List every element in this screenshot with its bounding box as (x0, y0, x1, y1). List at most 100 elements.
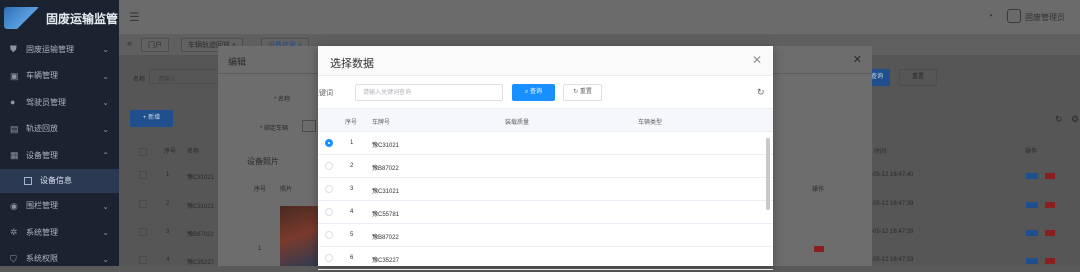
table-row[interactable]: 2 豫B87022 (318, 155, 773, 178)
list-reset-button[interactable]: 重置 (899, 69, 937, 86)
table-row[interactable]: 1 豫C31021 (318, 132, 773, 155)
device-photo[interactable] (280, 206, 318, 266)
row-time: -05-12 16:47:39 (871, 201, 913, 207)
fence-icon: ◉ (10, 201, 20, 211)
modal-search-bar: 关键词 请输入关键词查询 ⌕ 查询 ↻ 重置 ↻ (318, 76, 773, 108)
col-index: 序号 (345, 117, 357, 126)
sidebar-item-vehicles[interactable]: ▣ 车辆管理 ⌄ (0, 63, 119, 90)
shield-icon: ⛊ (10, 44, 20, 54)
sidebar-item-transport[interactable]: ⛊ 固废运输管理 ⌄ (0, 36, 119, 63)
row-index: 1 (166, 172, 169, 178)
sidebar-item-label: 车辆管理 (26, 70, 58, 81)
select-all-checkbox[interactable] (139, 148, 147, 156)
sidebar-item-drivers[interactable]: ● 驾驶员管理 ⌄ (0, 89, 119, 116)
table-header: 序号 车牌号 装载质量 车辆类型 (318, 108, 773, 132)
name-label: * 名称 (274, 94, 290, 103)
user-icon: ● (10, 97, 20, 107)
device-info-icon (24, 177, 32, 185)
row-plate: 豫C55781 (372, 209, 399, 218)
avatar[interactable] (1007, 9, 1021, 23)
photo-delete-link[interactable] (814, 246, 824, 252)
row-radio[interactable] (325, 162, 333, 170)
row-radio[interactable] (325, 139, 333, 147)
row-checkbox[interactable] (139, 171, 147, 179)
filter-input[interactable]: 请输入 (149, 69, 219, 84)
top-bar: ☰ ◔ 固废管理员 (119, 0, 1080, 34)
vehicle-field[interactable] (302, 120, 316, 132)
edit-link[interactable] (1026, 258, 1038, 264)
sidebar-item-system[interactable]: ✲ 系统管理 ⌄ (0, 219, 119, 246)
table-row[interactable]: 4 豫C55781 (318, 201, 773, 224)
edit-link[interactable] (1026, 230, 1038, 236)
col-time: 时间 (874, 146, 886, 155)
photo-col-photo: 照片 (280, 184, 292, 193)
table-row[interactable]: 6 豫C35227 (318, 247, 773, 270)
row-radio[interactable] (325, 254, 333, 262)
reset-label: 重置 (580, 89, 592, 95)
menu-toggle-icon[interactable]: ☰ (129, 10, 140, 24)
columns-icon[interactable]: ⚙ (1071, 114, 1079, 125)
chevron-down-icon: ⌄ (102, 202, 109, 211)
sidebar: 固废运输监管 ⛊ 固废运输管理 ⌄ ▣ 车辆管理 ⌄ ● 驾驶员管理 ⌄ ▤ 轨… (0, 0, 119, 266)
refresh-icon[interactable]: ↻ (757, 87, 765, 98)
row-time: -05-12 16:47:40 (871, 172, 913, 178)
sidebar-item-devices[interactable]: ▦ 设备管理 ⌃ (0, 142, 119, 169)
vehicle-table: 序号 车牌号 装载质量 车辆类型 1 豫C31021 2 豫B87022 3 豫… (318, 108, 773, 270)
row-plate: 豫B87022 (372, 163, 399, 172)
lock-icon: ⛉ (10, 254, 20, 264)
sidebar-item-track[interactable]: ▤ 轨迹回放 ⌄ (0, 116, 119, 143)
row-checkbox[interactable] (139, 228, 147, 236)
col-index: 序号 (164, 146, 176, 155)
row-radio[interactable] (325, 185, 333, 193)
row-radio[interactable] (325, 208, 333, 216)
row-index: 3 (166, 229, 169, 235)
table-row[interactable]: 3 豫C31021 (318, 178, 773, 201)
user-name[interactable]: 固废管理员 (1025, 12, 1065, 23)
row-checkbox[interactable] (139, 256, 147, 264)
delete-link[interactable] (1045, 202, 1055, 208)
close-icon[interactable]: ✕ (752, 53, 762, 67)
delete-link[interactable] (1045, 173, 1055, 179)
chevron-down-icon: ⌄ (102, 72, 109, 81)
bell-icon[interactable]: ◔ (987, 11, 993, 22)
reset-icon: ↻ (573, 89, 580, 95)
modal-search-button[interactable]: ⌕ 查询 (512, 84, 555, 101)
row-plate: 豫C31021 (372, 140, 399, 149)
table-row[interactable]: 5 豫B87022 (318, 224, 773, 247)
search-label: 查询 (530, 89, 542, 95)
row-radio[interactable] (325, 231, 333, 239)
brand-logo (4, 7, 40, 29)
vehicle-label: * 绑定车辆 (260, 123, 288, 132)
tab-portal[interactable]: 门户 (141, 38, 169, 52)
sidebar-item-fence[interactable]: ◉ 围栏管理 ⌄ (0, 193, 119, 220)
chevron-down-icon: ⌄ (102, 98, 109, 107)
sidebar-item-device-info[interactable]: 设备信息 (0, 169, 119, 193)
row-index: 4 (166, 257, 169, 263)
refresh-icon[interactable]: ↻ (1055, 114, 1063, 125)
chevron-up-icon: ⌃ (102, 151, 109, 160)
delete-link[interactable] (1045, 230, 1055, 236)
edit-dialog-title: 编辑 (228, 55, 246, 68)
chevron-down-icon: ⌄ (102, 125, 109, 134)
table-scrollbar[interactable] (766, 138, 770, 210)
brand-title: 固废运输监管 (46, 10, 118, 27)
add-button[interactable]: + 新增 (130, 110, 173, 127)
keyword-label: 关键词 (312, 88, 333, 98)
keyword-input[interactable]: 请输入关键词查询 (355, 84, 503, 101)
sidebar-item-label: 驾驶员管理 (26, 97, 66, 108)
row-checkbox[interactable] (139, 200, 147, 208)
col-load: 装载质量 (505, 117, 529, 126)
col-plate: 车牌号 (372, 117, 390, 126)
sidebar-item-permission[interactable]: ⛉ 系统权限 ⌄ (0, 246, 119, 272)
tabs-back-icon[interactable]: « (127, 38, 132, 48)
delete-link[interactable] (1045, 258, 1055, 264)
close-icon[interactable]: ✕ (853, 53, 862, 66)
row-name: 豫C35227 (187, 257, 214, 266)
row-index: 3 (350, 186, 353, 192)
row-time: -05-12 16:47:33 (871, 257, 913, 263)
edit-link[interactable] (1026, 202, 1038, 208)
modal-reset-button[interactable]: ↻ 重置 (563, 84, 602, 101)
edit-link[interactable] (1026, 173, 1038, 179)
sidebar-item-label: 设备信息 (40, 175, 72, 186)
row-index: 2 (350, 163, 353, 169)
